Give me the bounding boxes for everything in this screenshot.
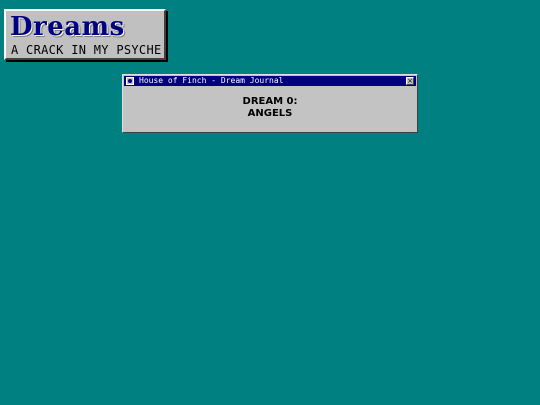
window-body: DREAM 0: ANGELS [123, 87, 417, 132]
site-title: Dreams [10, 12, 125, 42]
close-button[interactable]: × [406, 77, 414, 85]
dream-heading: DREAM 0: ANGELS [123, 96, 417, 120]
site-logo: Dreams A CRACK IN MY PSYCHE [4, 9, 166, 60]
site-subtitle: A CRACK IN MY PSYCHE [11, 43, 162, 57]
dream-journal-window: House of Finch - Dream Journal × DREAM 0… [122, 74, 418, 133]
dream-number: DREAM 0: [242, 96, 298, 107]
dream-title: ANGELS [247, 108, 293, 119]
window-title: House of Finch - Dream Journal [139, 76, 284, 85]
app-icon[interactable] [126, 77, 134, 85]
window-titlebar[interactable]: House of Finch - Dream Journal × [124, 76, 416, 86]
